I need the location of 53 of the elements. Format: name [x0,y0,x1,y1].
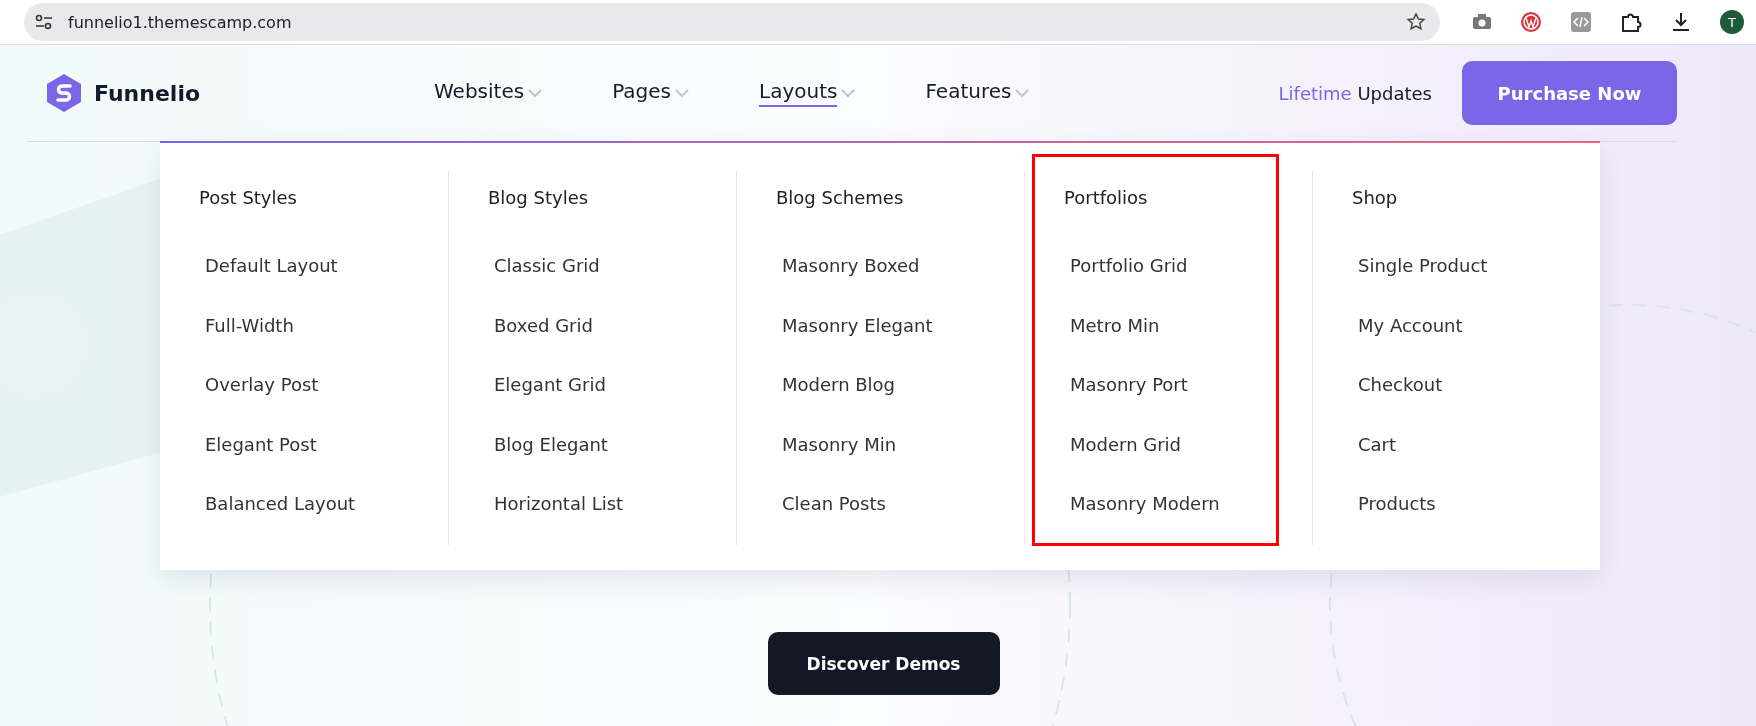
column-heading: Post Styles [199,187,298,208]
address-bar[interactable]: funnelio1.themescamp.com [24,3,1440,41]
menu-link[interactable]: Horizontal List [494,474,624,534]
chevron-down-icon [528,88,543,98]
nav-link[interactable]: Pages [612,71,689,115]
menu-link[interactable]: Blog Elegant [494,414,608,474]
menu-link[interactable]: Metro Min [1070,295,1160,355]
column-heading: Blog Styles [488,187,590,208]
menu-link[interactable]: Single Product [1358,236,1488,296]
menu-link[interactable]: Masonry Elegant [782,295,933,355]
menu-link[interactable]: Clean Posts [782,474,886,534]
camera-icon[interactable] [1472,13,1492,31]
menu-link[interactable]: Modern Blog [782,355,896,415]
menu-link[interactable]: My Account [1358,295,1463,355]
menu-link[interactable]: Portfolio Grid [1070,236,1188,296]
menu-link[interactable]: Overlay Post [205,355,319,415]
menu-link[interactable]: Boxed Grid [494,295,593,355]
menu-link[interactable]: Products [1358,474,1436,534]
nav-link[interactable]: Features [925,71,1030,115]
menu-link[interactable]: Masonry Modern [1070,474,1220,534]
logo-icon[interactable] [44,73,84,113]
menu-link[interactable]: Checkout [1358,355,1443,415]
menu-link[interactable]: Elegant Post [205,414,317,474]
menu-link[interactable]: Modern Grid [1070,414,1182,474]
nav-link[interactable]: Websites [434,71,543,115]
column-heading: Shop [1352,187,1399,208]
wordpress-logo-icon[interactable] [1520,11,1542,33]
profile-avatar[interactable]: T [1720,10,1744,34]
menu-link[interactable]: Masonry Boxed [782,236,920,296]
menu-link[interactable]: Masonry Min [782,414,897,474]
menu-link[interactable]: Elegant Grid [494,355,606,415]
star-icon[interactable] [1406,12,1426,32]
brand-name[interactable]: Funnelio [94,80,201,106]
lifetime-updates-text: Lifetime Updates [1278,82,1432,104]
menu-link[interactable]: Cart [1358,414,1397,474]
menu-link[interactable]: Full-Width [205,295,294,355]
menu-link[interactable]: Balanced Layout [205,474,356,534]
url-text: funnelio1.themescamp.com [68,12,293,32]
download-icon[interactable] [1670,11,1692,33]
menu-link[interactable]: Classic Grid [494,236,600,296]
menu-link[interactable]: Default Layout [205,236,338,296]
column-heading: Portfolios [1064,187,1149,208]
column-heading: Blog Schemes [776,187,905,208]
chevron-down-icon [841,88,856,98]
nav-link[interactable]: Layouts [759,71,856,115]
code-icon[interactable] [1570,11,1592,33]
chevron-down-icon [675,88,689,98]
menu-link[interactable]: Masonry Port [1070,355,1188,415]
puzzle-icon[interactable] [1620,11,1642,33]
purchase-now-button[interactable]: Purchase Now [1462,61,1677,125]
chevron-down-icon [1015,88,1030,98]
site-settings-icon[interactable] [34,13,54,31]
discover-demos-button[interactable]: Discover Demos [767,632,1000,695]
